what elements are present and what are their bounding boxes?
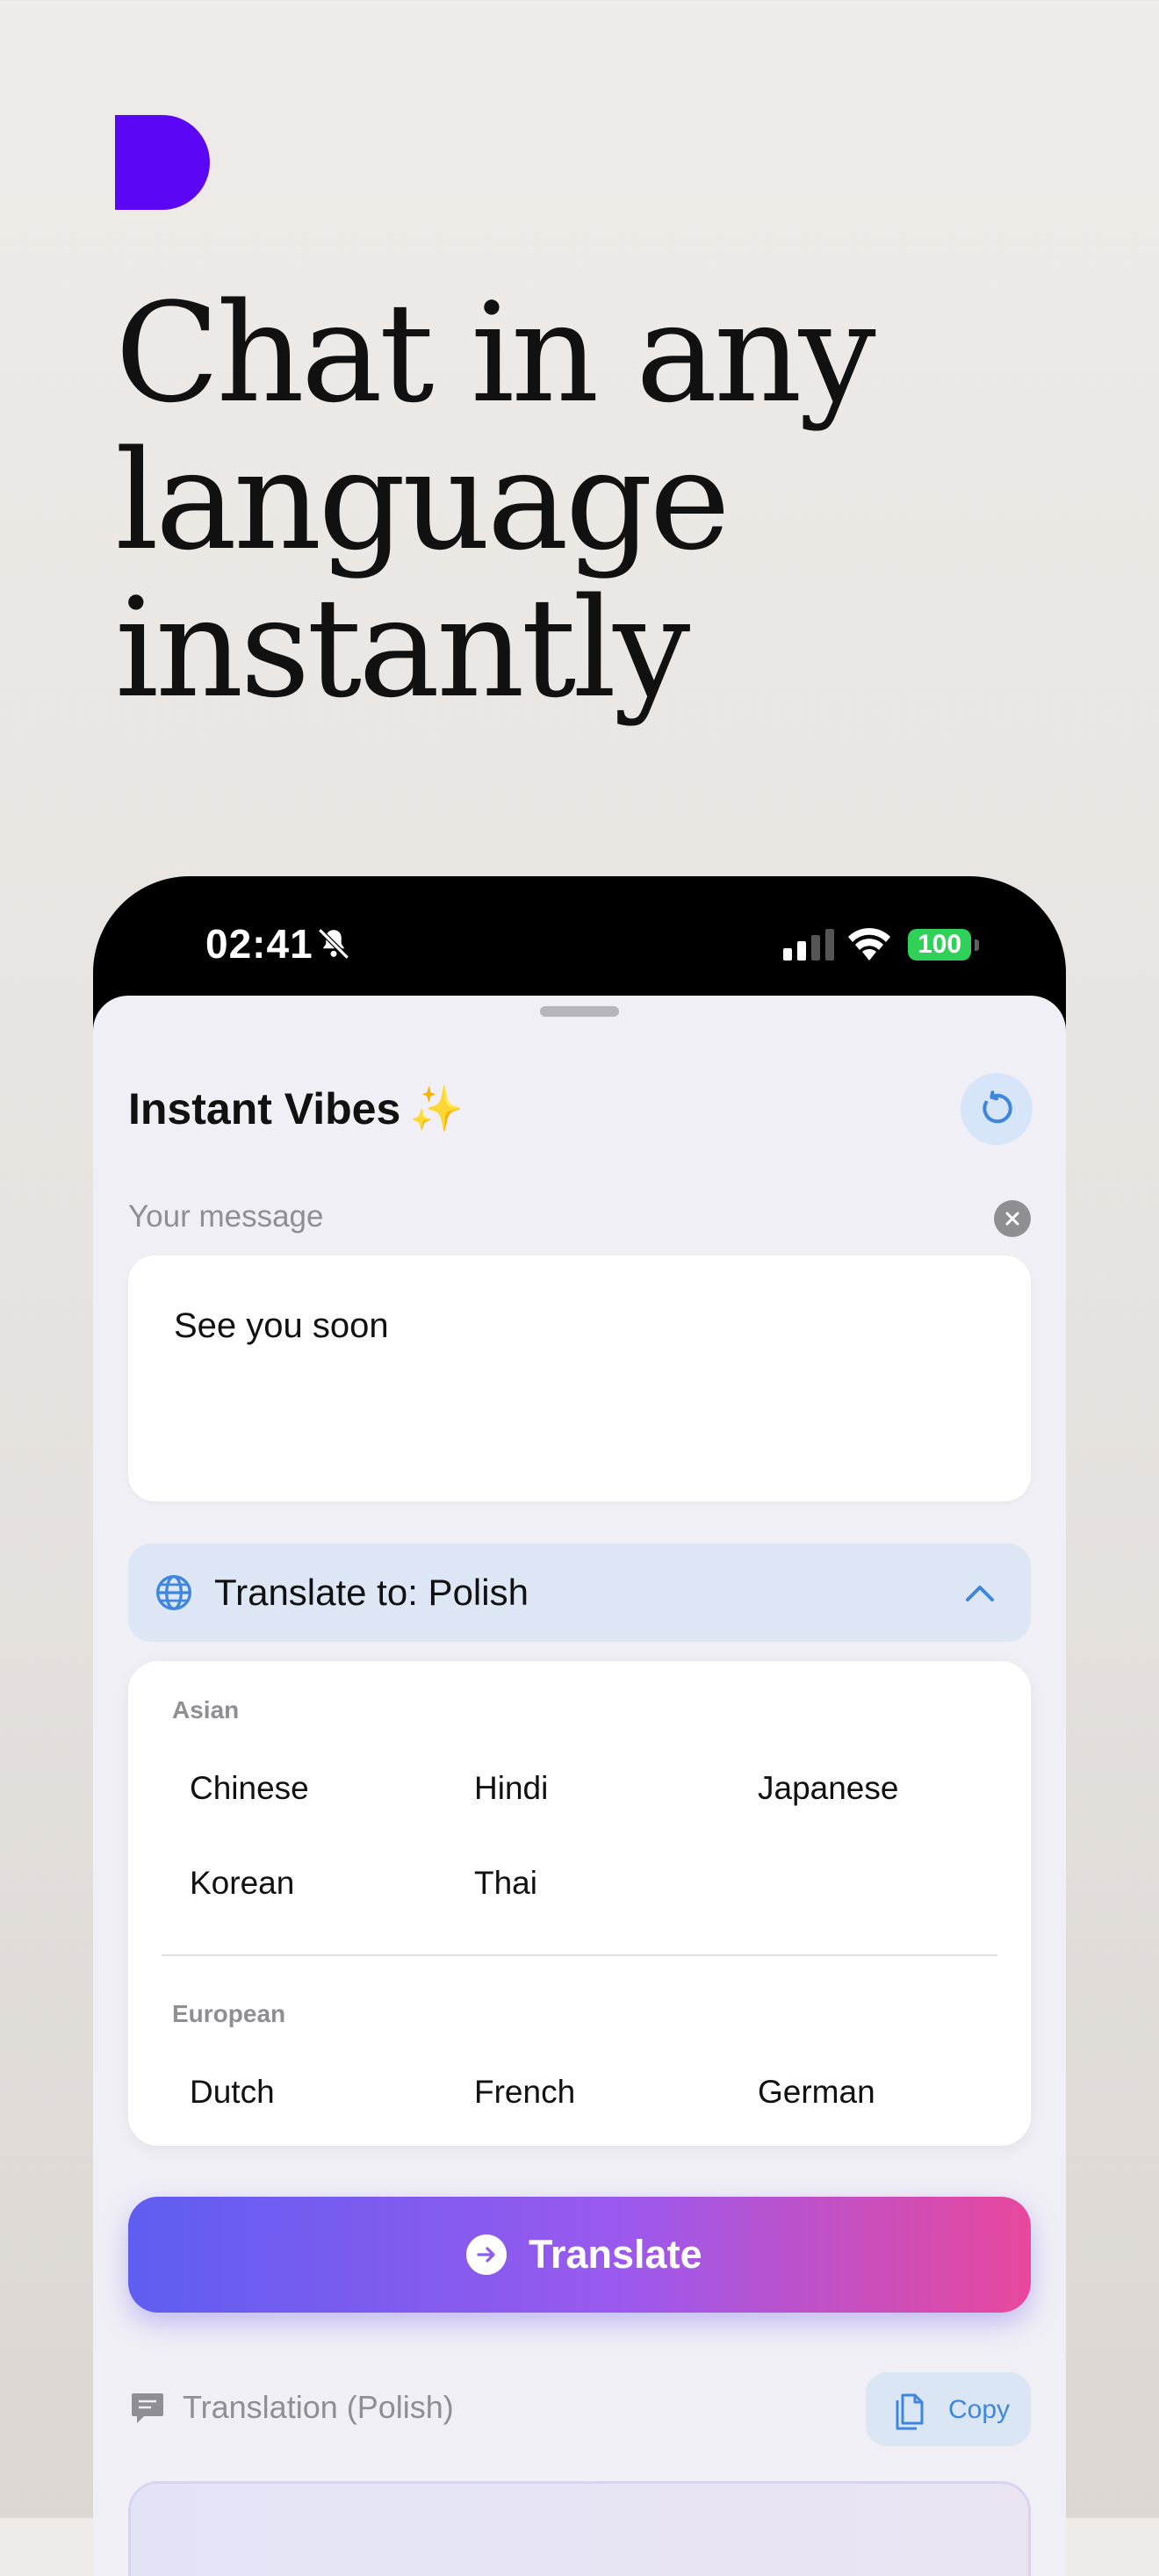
signal-icon — [783, 929, 834, 961]
translation-label: Translation (Polish) — [183, 2389, 454, 2425]
headline: Chat in any language instantly — [115, 279, 1081, 722]
chat-bubble-icon — [132, 2393, 163, 2423]
language-option-chinese[interactable]: Chinese — [190, 1770, 309, 1807]
reset-icon — [983, 1090, 1012, 1124]
status-time: 02:41 — [205, 921, 313, 967]
sheet-grabber[interactable] — [540, 1006, 619, 1017]
headline-line-1: Chat in any — [115, 273, 876, 433]
copy-icon — [896, 2393, 924, 2430]
status-bar: 02:41 100 — [93, 876, 1066, 999]
reset-button[interactable] — [961, 1073, 1033, 1145]
language-option-dutch[interactable]: Dutch — [190, 2074, 275, 2111]
group-divider — [162, 1954, 997, 1956]
language-option-thai[interactable]: Thai — [474, 1865, 537, 1902]
message-label: Your message — [128, 1199, 324, 1234]
wifi-icon — [848, 928, 890, 961]
translate-button-label: Translate — [529, 2232, 702, 2277]
language-option-japanese[interactable]: Japanese — [758, 1770, 898, 1807]
language-selector[interactable]: Translate to: Polish — [128, 1543, 1031, 1642]
copy-button[interactable]: Copy — [866, 2372, 1031, 2446]
chevron-up-icon — [966, 1586, 994, 1601]
app-title: Instant Vibes ✨ — [128, 1083, 464, 1135]
app-sheet: Instant Vibes ✨ Your message See you soon — [93, 996, 1066, 2576]
logo-mark — [115, 115, 210, 210]
headline-line-3: instantly — [115, 568, 690, 728]
translate-button[interactable]: Translate — [128, 2197, 1031, 2313]
group-label-asian: Asian — [172, 1696, 240, 1723]
app-title-text: Instant Vibes — [128, 1084, 401, 1133]
translate-to-label: Translate to: Polish — [214, 1572, 529, 1613]
phone-frame: 02:41 100 Instant Vibes ✨ Your message S… — [93, 876, 1066, 2576]
sparkle-icon: ✨ — [409, 1084, 464, 1133]
translation-output — [128, 2481, 1031, 2576]
copy-button-label: Copy — [948, 2395, 1011, 2424]
language-option-hindi[interactable]: Hindi — [474, 1770, 548, 1807]
headline-line-2: language — [115, 421, 731, 580]
bell-slash-icon — [318, 928, 349, 960]
message-input[interactable]: See you soon — [128, 1256, 1031, 1501]
clear-button[interactable] — [994, 1200, 1031, 1237]
group-label-european: European — [172, 2000, 286, 2027]
language-option-german[interactable]: German — [758, 2074, 875, 2111]
clear-icon — [1005, 1212, 1019, 1226]
arrow-right-circle-icon — [466, 2234, 507, 2275]
globe-icon — [156, 1575, 191, 1610]
battery-tip — [975, 939, 979, 951]
battery-indicator: 100 — [908, 929, 971, 961]
language-option-korean[interactable]: Korean — [190, 1865, 294, 1902]
language-dropdown: Asian Chinese Hindi Japanese Korean Thai… — [128, 1661, 1031, 2146]
language-option-french[interactable]: French — [474, 2074, 575, 2111]
